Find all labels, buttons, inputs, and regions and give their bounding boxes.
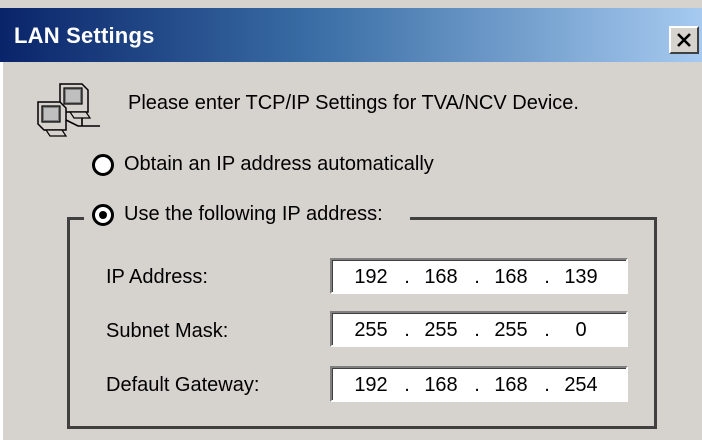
close-button[interactable]: [669, 26, 699, 54]
octet-2[interactable]: 168: [416, 266, 466, 289]
radio-button-selected[interactable]: [92, 203, 114, 226]
octet-4[interactable]: 0: [556, 319, 606, 342]
default-gateway-field[interactable]: 192 . 168 . 168 . 254: [330, 366, 628, 402]
octet-3[interactable]: 168: [486, 266, 536, 289]
network-computers-icon: [30, 80, 105, 140]
dot-separator: .: [544, 319, 550, 341]
dot-separator: .: [404, 266, 410, 288]
dot-separator: .: [404, 374, 410, 396]
octet-1[interactable]: 255: [346, 319, 396, 342]
dot-separator: .: [544, 266, 550, 288]
dot-separator: .: [474, 374, 480, 396]
octet-4[interactable]: 254: [556, 374, 606, 397]
ip-address-label: IP Address:: [106, 266, 208, 288]
octet-3[interactable]: 168: [486, 374, 536, 397]
octet-2[interactable]: 255: [416, 319, 466, 342]
dot-separator: .: [474, 266, 480, 288]
dot-separator: .: [544, 374, 550, 396]
lan-settings-dialog: LAN Settings Please enter TCP/IP Setting…: [0, 0, 702, 440]
radio-label-manual: Use the following IP address:: [124, 203, 383, 225]
subnet-mask-label: Subnet Mask:: [106, 320, 229, 342]
radio-use-following[interactable]: Use the following IP address:: [92, 203, 383, 226]
octet-1[interactable]: 192: [346, 266, 396, 289]
dot-separator: .: [404, 319, 410, 341]
default-gateway-label: Default Gateway:: [106, 374, 260, 396]
octet-1[interactable]: 192: [346, 374, 396, 397]
radio-button-unselected[interactable]: [92, 153, 114, 176]
instruction-text: Please enter TCP/IP Settings for TVA/NCV…: [128, 92, 579, 114]
close-icon: [677, 33, 691, 47]
dot-separator: .: [474, 319, 480, 341]
title-bar[interactable]: LAN Settings: [0, 8, 702, 62]
window-border: [0, 62, 3, 440]
ip-address-field[interactable]: 192 . 168 . 168 . 139: [330, 258, 628, 294]
octet-4[interactable]: 139: [556, 266, 606, 289]
octet-2[interactable]: 168: [416, 374, 466, 397]
window-title: LAN Settings: [14, 23, 155, 48]
octet-3[interactable]: 255: [486, 319, 536, 342]
radio-label-auto: Obtain an IP address automatically: [124, 153, 434, 175]
radio-obtain-automatically[interactable]: Obtain an IP address automatically: [92, 153, 434, 176]
subnet-mask-field[interactable]: 255 . 255 . 255 . 0: [330, 311, 628, 347]
